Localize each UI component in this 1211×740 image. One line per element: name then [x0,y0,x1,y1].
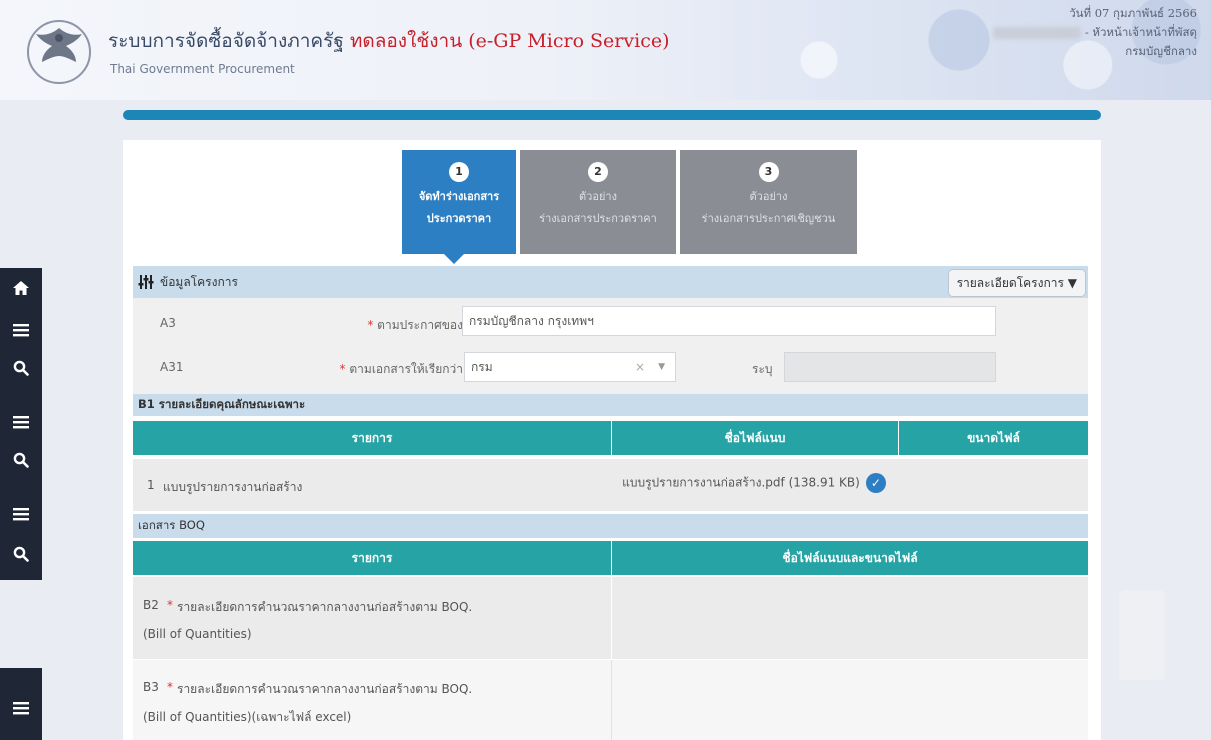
step-title: จัดทำร่างเอกสาร [418,190,500,203]
step-1[interactable]: 1 จัดทำร่างเอกสาร ประกวดราคา [402,150,516,254]
step-number: 2 [588,162,608,182]
sliders-icon [138,275,154,289]
menu-icon[interactable] [0,312,42,348]
current-date: วันที่ 07 กุมภาพันธ์ 2566 [1069,6,1197,20]
col-item: รายการ [351,431,393,445]
scroll-to-top-button[interactable] [1119,590,1165,680]
boq-table-header: รายการ ชื่อไฟล์แนบและขนาดไฟล์ [133,541,1088,575]
step-title: ตัวอย่าง [749,190,788,203]
col-file-size: ชื่อไฟล์แนบและขนาดไฟล์ [782,551,918,565]
clear-icon[interactable]: × [635,353,645,381]
user-info: วันที่ 07 กุมภาพันธ์ 2566 - หัวหน้าเจ้าห… [992,4,1197,61]
menu-icon[interactable] [0,496,42,532]
row-file-link[interactable]: แบบรูปรายการงานก่อสร้าง.pdf (138.91 KB) [622,476,860,490]
a31-select[interactable]: กรม × ▼ [464,352,676,382]
app-subtitle: Thai Government Procurement [110,62,295,76]
app-header: ระบบการจัดซื้อจัดจ้างภาครัฐ ทดลองใช้งาน … [0,0,1211,100]
a31-code: A31 [160,360,184,374]
step-subtitle: ร่างเอกสารประกาศเชิญชวน [701,212,836,225]
step-title: ตัวอย่าง [579,190,617,203]
project-form: A3 * ตามประกาศของ กรมบัญชีกลาง กรุงเทพฯ … [133,298,1088,394]
search-icon[interactable] [0,442,42,478]
b1-table-header: รายการ ชื่อไฟล์แนบ ขนาดไฟล์ [133,421,1088,455]
a3-label-text: ตามประกาศของ [377,318,463,332]
cell-divider [611,577,612,659]
a3-code: A3 [160,316,176,330]
table-row: B3 * รายละเอียดการคำนวณราคากลางงานก่อสร้… [133,660,1088,740]
required-marker: * [167,598,173,612]
col-size: ขนาดไฟล์ [967,431,1020,445]
row-desc-line1: รายละเอียดการคำนวณราคากลางงานก่อสร้างตาม… [177,600,473,614]
row-item: แบบรูปรายการงานก่อสร้าง [163,480,303,494]
menu-icon[interactable] [0,690,42,726]
specify-label: ระบุ [752,362,773,376]
table-row: 1 แบบรูปรายการงานก่อสร้าง แบบรูปรายการงา… [133,459,1088,511]
b1-section-bar: B1 รายละเอียดคุณลักษณะเฉพาะ [133,394,1088,416]
search-icon[interactable] [0,536,42,572]
project-detail-label: รายละเอียดโครงการ [956,276,1064,290]
garuda-logo-icon [27,20,91,84]
step-3[interactable]: 3 ตัวอย่าง ร่างเอกสารประกาศเชิญชวน [680,150,857,254]
a3-input[interactable]: กรมบัญชีกลาง กรุงเทพฯ [462,306,996,336]
a3-label: * ตามประกาศของ [367,318,463,332]
cell-divider [611,660,612,740]
check-circle-icon: ✓ [865,473,886,493]
row-desc-line2: (Bill of Quantities) [143,627,252,641]
project-info-bar: ข้อมูลโครงการ รายละเอียดโครงการ ▼ [133,266,1088,298]
project-detail-button[interactable]: รายละเอียดโครงการ ▼ [947,269,1086,297]
user-role-line: - หัวหน้าเจ้าหน้าที่พัสดุ [992,23,1197,42]
row-desc-line1: รายละเอียดการคำนวณราคากลางงานก่อสร้างตาม… [177,682,473,696]
step-subtitle: ประกวดราคา [426,212,492,225]
specify-input[interactable] [784,352,996,382]
a31-label-text: ตามเอกสารให้เรียกว่า [349,362,463,376]
home-icon[interactable] [0,270,42,306]
row-number: 1 [147,478,155,492]
user-role: - หัวหน้าเจ้าหน้าที่พัสดุ [1084,25,1197,39]
active-step-pointer [444,254,464,264]
chevron-down-icon: ▼ [658,362,665,372]
left-sidebar [0,268,42,580]
row-code: B3 [143,680,159,694]
project-info-title: ข้อมูลโครงการ [160,274,238,289]
table-row: B2 * รายละเอียดการคำนวณราคากลางงานก่อสร้… [133,577,1088,659]
left-sidebar-lower [0,668,42,740]
required-marker: * [167,680,173,694]
a31-select-value: กรม [471,360,493,374]
row-desc-line2: (Bill of Quantities)(เฉพาะไฟล์ excel) [143,710,352,724]
step-subtitle: ร่างเอกสารประกวดราคา [539,212,657,225]
user-department: กรมบัญชีกลาง [1125,44,1197,58]
progress-bar [123,110,1101,120]
row-file-cell: แบบรูปรายการงานก่อสร้าง.pdf (138.91 KB) ✓ [611,473,897,493]
col-file: ชื่อไฟล์แนบ [724,431,786,445]
col-item: รายการ [351,551,393,565]
step-number: 1 [449,162,469,182]
row-code: B2 [143,598,159,612]
boq-section-bar: เอกสาร BOQ [133,514,1088,538]
blurred-username [992,27,1081,39]
step-number: 3 [758,162,779,182]
step-2[interactable]: 2 ตัวอย่าง ร่างเอกสารประกวดราคา [520,150,676,254]
a31-label: * ตามเอกสารให้เรียกว่า [339,362,463,376]
menu-icon[interactable] [0,404,42,440]
app-title: ระบบการจัดซื้อจัดจ้างภาครัฐ ทดลองใช้งาน … [108,26,670,56]
caret-down-icon: ▼ [1067,276,1077,290]
app-title-main: ระบบการจัดซื้อจัดจ้างภาครัฐ [108,30,344,52]
search-icon[interactable] [0,350,42,386]
app-title-accent: ทดลองใช้งาน (e-GP Micro Service) [349,30,670,52]
